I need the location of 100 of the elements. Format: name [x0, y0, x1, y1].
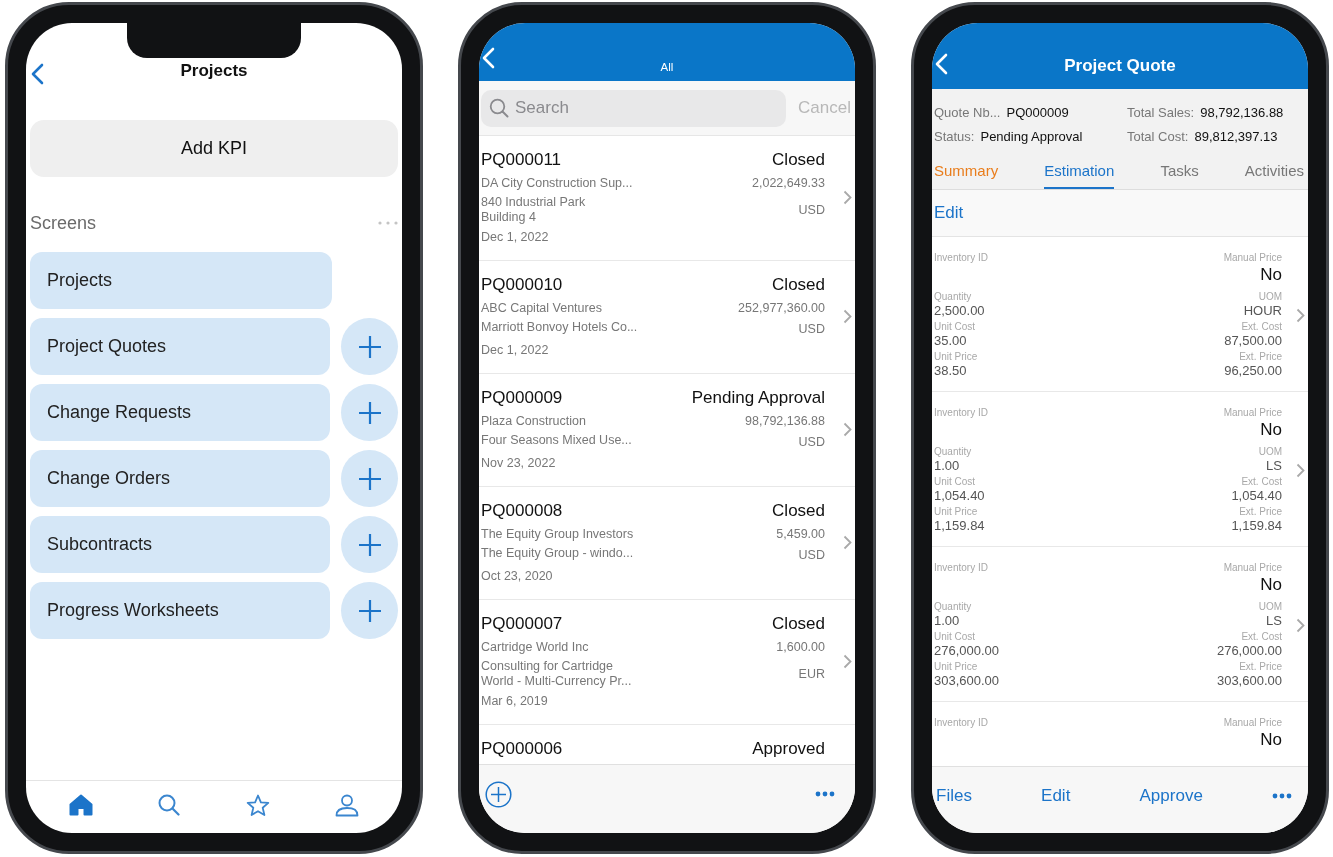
- project-description: Marriott Bonvoy Hotels Co...: [481, 320, 639, 336]
- quote-amount: 252,977,360.00: [738, 300, 825, 317]
- screen-title: Projects: [180, 61, 248, 82]
- field-value: HOUR: [1243, 303, 1282, 319]
- currency: EUR: [797, 666, 825, 683]
- add-button[interactable]: [341, 582, 398, 639]
- plus-icon: [357, 334, 382, 359]
- screen-tile[interactable]: Progress Worksheets: [30, 582, 331, 639]
- field-label: Manual Price: [1223, 561, 1282, 574]
- quote-date: Dec 1, 2022: [481, 342, 550, 359]
- field-value: 2,500.00: [934, 303, 986, 319]
- field-label: Inventory ID: [934, 251, 989, 264]
- field-value: Pending Approval: [980, 129, 1083, 144]
- currency: USD: [797, 547, 825, 564]
- field-label: Inventory ID: [934, 406, 989, 419]
- quote-status: Closed: [772, 500, 825, 522]
- person-icon[interactable]: [335, 793, 360, 817]
- quote-number: PQ000006: [481, 738, 564, 760]
- field-value: 276,000.00: [1216, 643, 1282, 659]
- screen-tile[interactable]: Project Quotes: [30, 318, 331, 375]
- project-description: Four Seasons Mixed Use...: [481, 433, 633, 449]
- chevron-right-icon: [843, 422, 852, 437]
- currency: USD: [797, 321, 825, 338]
- field-label: Ext. Cost: [1241, 320, 1282, 333]
- tab[interactable]: Activities: [1244, 160, 1304, 189]
- add-icon[interactable]: [485, 780, 512, 808]
- tab[interactable]: Tasks: [1160, 160, 1199, 189]
- quote-list-item[interactable]: PQ000011 Closed DA City Construction Sup... 2,022,649.33 840 Industrial Park Building 4 USD Dec 1, 2022: [479, 136, 855, 261]
- field-value: No: [1260, 419, 1282, 441]
- toolbar-button[interactable]: Files: [936, 786, 972, 806]
- field-value: LS: [1266, 613, 1282, 629]
- back-icon[interactable]: [31, 63, 44, 85]
- section-title: Screens: [30, 212, 97, 234]
- customer-name: Plaza Construction: [481, 413, 587, 430]
- add-button[interactable]: [341, 516, 398, 573]
- add-button[interactable]: [341, 318, 398, 375]
- quote-number: PQ000010: [481, 274, 564, 296]
- field-label: Quantity: [934, 600, 973, 613]
- field-value: 87,500.00: [1224, 333, 1282, 349]
- more-icon[interactable]: [815, 791, 835, 797]
- field-label: Total Cost:: [1127, 129, 1189, 144]
- add-button[interactable]: [341, 384, 398, 441]
- estimation-line[interactable]: Inventory ID Manual Price No Quantity 2,500.00 UOM HOUR Unit Cost 35.00 Ext. Cost 87,500.00 Unit Price 38.50 Ext. Price 96,250.00: [932, 237, 1308, 392]
- quote-status: Closed: [772, 613, 825, 635]
- field-label: Manual Price: [1223, 406, 1282, 419]
- add-button[interactable]: [341, 450, 398, 507]
- add-kpi-button[interactable]: Add KPI: [30, 120, 398, 177]
- field-label: Unit Cost: [934, 320, 977, 333]
- project-description: The Equity Group - windo...: [481, 546, 635, 562]
- field-label: UOM: [1258, 445, 1282, 458]
- edit-link[interactable]: Edit: [934, 203, 964, 223]
- project-description: 840 Industrial Park Building 4: [481, 195, 587, 225]
- home-icon[interactable]: [68, 794, 93, 816]
- toolbar-button[interactable]: Edit: [1041, 786, 1071, 806]
- quote-status: Closed: [771, 274, 825, 296]
- field-label: Ext. Price: [1239, 660, 1282, 673]
- field-value: PQ000009: [1006, 105, 1069, 120]
- estimation-line[interactable]: Inventory ID Manual Price No Quantity 1.00 UOM LS Unit Cost 276,000.00 Ext. Cost 276,000.00 Unit Price 303,600.00 Ext. Price 303,600.00: [932, 547, 1308, 702]
- screen-tile[interactable]: Projects: [30, 252, 332, 309]
- quote-number: PQ000008: [481, 500, 564, 522]
- toolbar-button[interactable]: Approve: [1139, 786, 1203, 806]
- field-value: 1,159.84: [1231, 518, 1282, 534]
- field-label: Ext. Cost: [1241, 475, 1282, 488]
- estimation-line[interactable]: Inventory ID Manual Price No Quantity 1.00 UOM LS Unit Cost 1,054.40 Ext. Cost 1,054.40 Unit Price 1,159.84 Ext. Price 1,159.84: [932, 392, 1308, 547]
- quote-number: PQ000011: [481, 149, 563, 171]
- star-icon[interactable]: [245, 793, 270, 817]
- customer-name: The Equity Group Investors: [481, 526, 635, 543]
- quote-list-item[interactable]: PQ000008 Closed The Equity Group Investors 5,459.00 The Equity Group - windo... USD Oct 23, 2020: [479, 487, 855, 600]
- customer-name: Cartridge World Inc: [481, 639, 590, 656]
- quote-status: Approved: [752, 738, 825, 760]
- field-label: Status:: [934, 129, 975, 144]
- quote-list-item[interactable]: PQ000007 Closed Cartridge World Inc 1,600.00 Consulting for Cartridge World - Multi-Currency Pr... EUR Mar 6, 2019: [479, 600, 855, 725]
- quote-list-item[interactable]: PQ000009 Pending Approval Plaza Construction 98,792,136.88 Four Seasons Mixed Use... USD Nov 23, 2022: [479, 374, 855, 487]
- chevron-right-icon: [843, 654, 852, 669]
- screen-tile[interactable]: Change Orders: [30, 450, 331, 507]
- field-label: UOM: [1258, 600, 1282, 613]
- field-value: 1,159.84: [934, 518, 986, 534]
- field-value: 303,600.00: [934, 673, 1001, 689]
- field-value: 96,250.00: [1224, 363, 1282, 379]
- field-value: 35.00: [934, 333, 968, 349]
- plus-icon: [357, 598, 382, 623]
- customer-name: DA City Construction Sup...: [481, 175, 634, 192]
- field-value: No: [1260, 729, 1282, 751]
- field-label: Manual Price: [1223, 251, 1282, 264]
- field-label: Unit Price: [934, 350, 979, 363]
- quote-status: Closed: [771, 149, 825, 171]
- screen-tile[interactable]: Change Requests: [30, 384, 331, 441]
- search-field[interactable]: Search: [481, 89, 786, 127]
- quote-date: Nov 23, 2022: [481, 455, 557, 472]
- chevron-right-icon: [843, 309, 852, 324]
- search-icon[interactable]: [158, 794, 181, 816]
- plus-icon: [357, 400, 382, 425]
- field-label: Quantity: [934, 445, 973, 458]
- quote-date: Mar 6, 2019: [481, 693, 549, 710]
- quote-list-item[interactable]: PQ000010 Closed ABC Capital Ventures 252,977,360.00 Marriott Bonvoy Hotels Co... USD Dec 1, 2022: [479, 261, 855, 374]
- field-value: LS: [1266, 458, 1282, 474]
- field-value: 1,054.40: [934, 488, 986, 504]
- quote-amount: 98,792,136.88: [744, 413, 825, 430]
- screen-tile[interactable]: Subcontracts: [30, 516, 331, 573]
- more-icon[interactable]: [1272, 793, 1292, 799]
